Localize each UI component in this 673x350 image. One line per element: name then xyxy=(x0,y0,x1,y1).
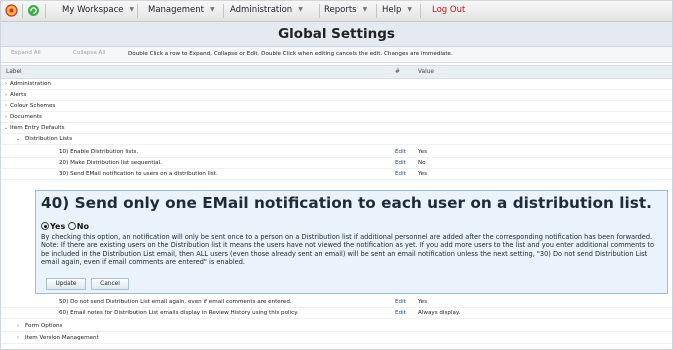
page-title: Global Settings xyxy=(1,22,672,47)
top-nav-bar: My Workspace ▼ Management ▼ Administration… xyxy=(1,1,672,22)
column-header-label[interactable]: Label xyxy=(6,69,22,75)
tree-row-label: Form Options xyxy=(25,323,63,329)
edit-link[interactable]: Edit xyxy=(395,299,406,305)
radio-yes[interactable]: Yes xyxy=(41,222,65,231)
menu-label: Help xyxy=(382,5,402,15)
tree-row-documents[interactable]: › Documents xyxy=(1,112,672,123)
chevron-right-icon[interactable]: › xyxy=(17,335,19,341)
toolbar-hint: Double Click a row to Expand, Collapse o… xyxy=(128,51,453,57)
chevron-down-icon: ▼ xyxy=(298,6,303,13)
column-header-value[interactable]: Value xyxy=(418,69,434,75)
tree-row-form-options[interactable]: › Form Options xyxy=(1,321,672,332)
radio-selected-icon xyxy=(41,222,49,230)
radio-no[interactable]: No xyxy=(67,222,89,231)
setting-label: 20) Make Distribution list sequential. xyxy=(59,160,162,166)
chevron-right-icon[interactable]: › xyxy=(5,92,7,98)
column-header-number[interactable]: # xyxy=(395,69,400,75)
tree-row-label: Administration xyxy=(10,81,51,87)
settings-toolbar: Expand All Collapse All Double Click a r… xyxy=(1,47,672,63)
edit-link[interactable]: Edit xyxy=(395,149,406,155)
chevron-down-icon: ▼ xyxy=(407,6,413,13)
tree-row-administration[interactable]: › Administration xyxy=(1,79,672,90)
menu-administration[interactable]: Administration ▼ xyxy=(230,5,303,15)
nav-divider xyxy=(420,4,421,18)
tree-row-label: Item Version Management xyxy=(25,335,99,341)
setting-value: Yes xyxy=(418,171,428,177)
setting-label: 10) Enable Distribution lists. xyxy=(59,149,139,155)
collapse-all-button[interactable]: Collapse All xyxy=(73,50,105,56)
table-row[interactable]: 60) Email notes for Distribution List em… xyxy=(1,308,672,319)
chevron-right-icon[interactable]: › xyxy=(5,81,7,87)
edit-link[interactable]: Edit xyxy=(395,310,406,316)
tree-row-label: Alerts xyxy=(10,92,27,98)
menu-my-workspace[interactable]: My Workspace ▼ xyxy=(62,5,134,15)
menu-management[interactable]: Management ▼ xyxy=(148,5,215,15)
global-settings-window: My Workspace ▼ Management ▼ Administration… xyxy=(0,0,673,350)
tree-row-label: Colour Schemes xyxy=(10,103,56,109)
expand-all-button[interactable]: Expand All xyxy=(11,50,41,56)
chevron-down-icon: ▼ xyxy=(362,6,368,13)
update-button[interactable]: Update xyxy=(46,278,86,290)
menu-label: Administration xyxy=(230,5,293,15)
setting-editor-panel: 40) Send only one EMail notification to … xyxy=(35,190,668,294)
yes-no-radio-group: Yes No xyxy=(41,222,89,231)
editor-title: 40) Send only one EMail notification to … xyxy=(41,194,652,212)
chevron-right-icon[interactable]: › xyxy=(5,103,7,109)
edit-link[interactable]: Edit xyxy=(395,171,406,177)
setting-value: Yes xyxy=(418,299,428,305)
setting-label: 30) Send EMail notification to users on … xyxy=(59,171,218,177)
nav-divider xyxy=(137,4,138,18)
nav-divider xyxy=(45,4,46,18)
table-row[interactable]: 50) Do not send Distribution List email … xyxy=(1,297,672,308)
setting-description: By checking this option, an notification… xyxy=(41,233,655,266)
tree-row-colour-schemes[interactable]: › Colour Schemes xyxy=(1,101,672,112)
table-header: Label # Value xyxy=(1,65,672,79)
tree-row-label: Documents xyxy=(10,114,42,120)
nav-divider xyxy=(22,4,23,18)
setting-value: Always display. xyxy=(418,310,461,316)
chevron-down-icon: ▼ xyxy=(210,6,215,13)
chevron-down-icon: ▼ xyxy=(129,6,135,13)
tree-row-item-entry-defaults[interactable]: ⌄ Item Entry Defaults xyxy=(1,123,672,134)
setting-label: 60) Email notes for Distribution List em… xyxy=(59,310,299,316)
tree-row-label: Item Entry Defaults xyxy=(10,125,65,131)
tree-row-item-version-management[interactable]: › Item Version Management xyxy=(1,333,672,344)
table-row[interactable]: 10) Enable Distribution lists. Edit Yes xyxy=(1,147,672,158)
setting-value: Yes xyxy=(418,149,428,155)
chevron-right-icon[interactable]: › xyxy=(17,323,19,329)
edit-link[interactable]: Edit xyxy=(395,160,406,166)
menu-reports[interactable]: Reports ▼ xyxy=(324,5,367,15)
chevron-down-icon[interactable]: ⌄ xyxy=(16,136,20,142)
cancel-button[interactable]: Cancel xyxy=(91,278,129,290)
menu-label: My Workspace xyxy=(62,5,124,15)
nav-divider xyxy=(319,4,320,18)
chevron-down-icon[interactable]: ⌄ xyxy=(4,125,8,131)
table-row[interactable]: 30) Send EMail notification to users on … xyxy=(1,169,672,180)
chevron-right-icon[interactable]: › xyxy=(5,114,7,120)
nav-divider xyxy=(376,4,377,18)
tree-row-label: Distribution Lists xyxy=(25,136,73,142)
nav-divider xyxy=(223,4,224,18)
app-logo-icon[interactable] xyxy=(5,4,18,17)
table-row[interactable]: 20) Make Distribution list sequential. E… xyxy=(1,158,672,169)
refresh-icon[interactable] xyxy=(27,4,40,17)
menu-label: Reports xyxy=(324,5,357,15)
radio-no-label: No xyxy=(76,222,89,231)
radio-unselected-icon xyxy=(67,222,76,230)
setting-value: No xyxy=(418,160,426,166)
menu-help[interactable]: Help ▼ xyxy=(382,5,412,15)
menu-label: Management xyxy=(148,5,204,15)
logout-link[interactable]: Log Out xyxy=(432,5,465,15)
setting-label: 50) Do not send Distribution List email … xyxy=(59,299,292,305)
tree-row-alerts[interactable]: › Alerts xyxy=(1,90,672,101)
tree-row-distribution-lists[interactable]: ⌄ Distribution Lists xyxy=(1,134,672,145)
radio-yes-label: Yes xyxy=(50,222,66,231)
